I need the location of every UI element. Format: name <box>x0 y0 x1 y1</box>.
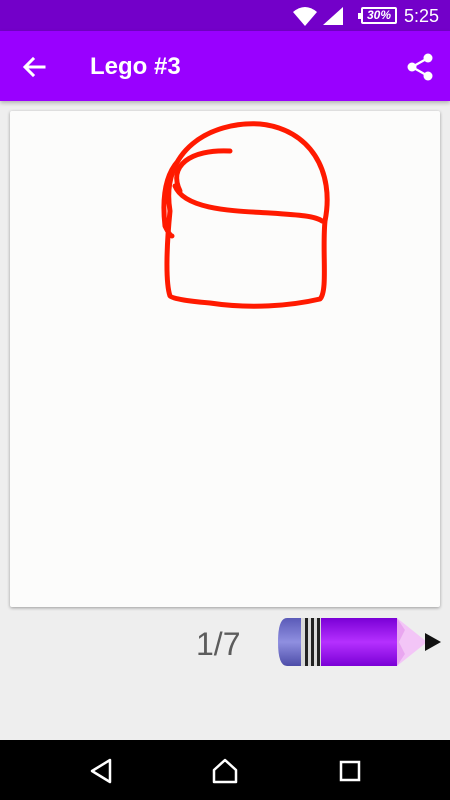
helmet-brow-line <box>172 183 325 224</box>
pencil-next-button[interactable] <box>277 616 443 668</box>
back-triangle-icon[interactable] <box>86 756 116 786</box>
wifi-icon <box>293 7 317 26</box>
step-counter: 1/7 <box>196 626 241 662</box>
drawing-canvas[interactable] <box>10 111 440 607</box>
recents-square-icon[interactable] <box>335 756 365 786</box>
clock-time: 5:25 <box>404 6 440 26</box>
status-bar: 30% 5:25 <box>0 0 450 31</box>
signal-icon <box>323 7 343 25</box>
home-icon[interactable] <box>210 756 240 786</box>
app-toolbar: Lego #3 <box>0 31 450 101</box>
lego-head-sketch <box>161 121 330 309</box>
share-icon[interactable] <box>404 51 436 83</box>
page-title: Lego #3 <box>90 53 181 80</box>
helmet-inner-curve <box>174 148 233 194</box>
battery-icon: 30% <box>358 7 397 24</box>
system-nav-bar <box>0 740 450 800</box>
arrow-left-icon[interactable] <box>18 51 50 83</box>
